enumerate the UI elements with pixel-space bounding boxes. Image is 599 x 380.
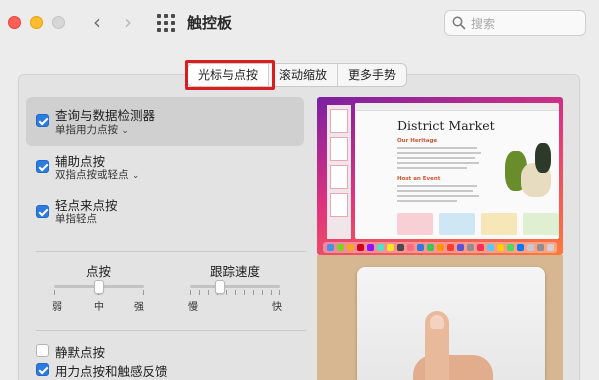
- search-input[interactable]: [471, 15, 579, 33]
- option-silent-clicking[interactable]: 静默点按: [26, 340, 304, 360]
- forward-arrow-icon[interactable]: ›: [117, 10, 139, 34]
- tracking-slider-title: 跟踪速度: [210, 264, 261, 279]
- option-sub-label: 单指用力点按: [55, 124, 118, 136]
- tracking-scale-label: 慢: [188, 302, 198, 313]
- minimize-window-button[interactable]: [30, 16, 43, 29]
- title-bar: ‹ › 触控板: [0, 0, 599, 46]
- window-title: 触控板: [187, 14, 233, 32]
- tab-more-gestures[interactable]: 更多手势: [337, 64, 406, 86]
- option-secondary-click[interactable]: 辅助点按 双指点按或轻点 ⌄: [26, 149, 304, 183]
- search-icon: [452, 16, 466, 30]
- chevron-down-icon: ⌄: [131, 171, 140, 181]
- click-slider-knob[interactable]: [94, 280, 104, 294]
- silent-clicking-checkbox[interactable]: [36, 344, 49, 357]
- click-scale-label: 弱: [52, 302, 62, 313]
- back-arrow-icon[interactable]: ‹: [86, 10, 108, 34]
- option-lookup-data-detectors[interactable]: 查询与数据检测器 单指用力点按 ⌄: [26, 97, 304, 146]
- tracking-slider-knob[interactable]: [215, 280, 225, 294]
- option-label: 用力点按和触感反馈: [55, 364, 168, 379]
- preview-screen-image: District Market Our Heritage Host an Eve…: [317, 97, 563, 255]
- doc-title: District Market: [397, 118, 495, 133]
- chevron-down-icon: ⌄: [121, 126, 129, 136]
- close-window-button[interactable]: [8, 16, 21, 29]
- tracking-slider-ticks: [190, 290, 280, 296]
- tap-to-click-checkbox[interactable]: [36, 205, 49, 218]
- option-tap-to-click[interactable]: 轻点来点按 单指轻点: [26, 194, 304, 228]
- option-label: 静默点按: [55, 345, 106, 360]
- option-force-click-haptic[interactable]: 用力点按和触感反馈: [26, 360, 304, 380]
- doc-page-thumbnails: [327, 105, 351, 239]
- option-sub-label: 单指轻点: [55, 213, 97, 225]
- trackpad-demo-image: [317, 255, 563, 380]
- force-click-checkbox[interactable]: [36, 363, 49, 376]
- divider: [36, 251, 306, 252]
- lookup-checkbox[interactable]: [36, 114, 49, 127]
- option-sub-menu[interactable]: 双指点按或轻点 ⌄: [55, 167, 139, 182]
- option-sub-label: 双指点按或轻点: [55, 169, 129, 181]
- divider: [36, 330, 306, 331]
- zoom-window-button[interactable]: [52, 16, 65, 29]
- doc-toolbar: [355, 103, 559, 111]
- click-scale-label: 强: [134, 302, 144, 313]
- tab-scroll-and-zoom[interactable]: 滚动缩放: [268, 64, 337, 86]
- dock: [323, 242, 557, 253]
- option-sub-menu[interactable]: 单指用力点按 ⌄: [55, 122, 129, 137]
- doc-window: District Market Our Heritage Host an Eve…: [355, 103, 559, 239]
- doc-heading: Our Heritage: [397, 138, 438, 144]
- click-slider-title: 点按: [86, 264, 112, 279]
- tracking-scale-label: 快: [272, 302, 282, 313]
- show-all-grid-icon[interactable]: [157, 14, 175, 32]
- click-scale-label: 中: [94, 302, 104, 313]
- secondary-click-checkbox[interactable]: [36, 160, 49, 173]
- fingernail-illustration: [430, 315, 444, 329]
- search-field[interactable]: [444, 10, 586, 36]
- red-highlight-box: [185, 60, 275, 90]
- doc-heading: Host an Event: [397, 176, 441, 182]
- tracking-slider-track[interactable]: [190, 285, 280, 288]
